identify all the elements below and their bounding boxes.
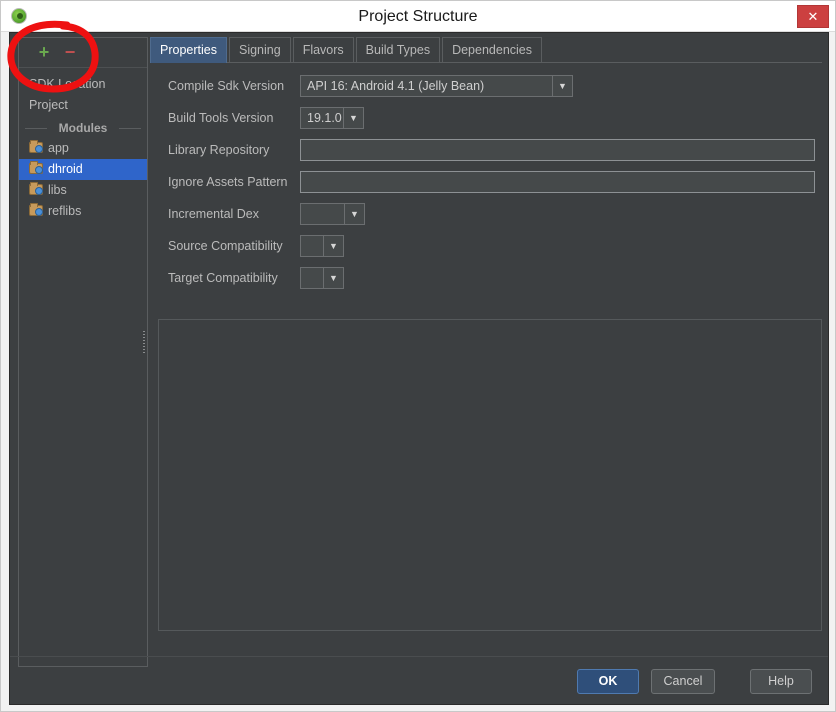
dialog-footer: OK Cancel Help	[10, 656, 828, 704]
modules-separator: Modules	[19, 118, 147, 138]
source-compatibility-label: Source Compatibility	[168, 235, 308, 257]
cancel-button[interactable]: Cancel	[651, 669, 715, 694]
form-row-build-tools-version: Build Tools Version 19.1.0 ▼	[150, 107, 822, 139]
add-module-button[interactable]: +	[35, 44, 53, 62]
form-row-incremental-dex: Incremental Dex ▼	[150, 203, 822, 235]
separator-line-right	[119, 128, 141, 129]
tab-dependencies[interactable]: Dependencies	[442, 37, 542, 63]
sidebar-item-label: Project	[29, 98, 68, 112]
chevron-down-icon: ▼	[344, 204, 364, 224]
library-repository-input[interactable]	[300, 139, 815, 161]
compile-sdk-version-label: Compile Sdk Version	[168, 75, 308, 97]
properties-detail-panel	[158, 319, 822, 631]
build-tools-version-label: Build Tools Version	[168, 107, 308, 129]
sidebar-item-label: SDK Location	[29, 77, 105, 91]
title-bar: Project Structure ✕	[1, 1, 835, 32]
form-row-library-repository: Library Repository	[150, 139, 822, 171]
tab-properties[interactable]: Properties	[150, 37, 227, 63]
library-repository-label: Library Repository	[168, 139, 308, 161]
chevron-down-icon: ▼	[323, 236, 343, 256]
splitter-grip-icon	[143, 331, 145, 355]
ignore-assets-pattern-input[interactable]	[300, 171, 815, 193]
sidebar-item-app[interactable]: app	[19, 138, 147, 159]
target-compatibility-label: Target Compatibility	[168, 267, 308, 289]
chevron-down-icon: ▼	[343, 108, 363, 128]
sidebar: + − SDK Location Project Modules app dhr…	[18, 37, 148, 667]
page-title: Project Structure	[1, 1, 835, 32]
properties-form: Compile Sdk Version API 16: Android 4.1 …	[150, 75, 822, 299]
pane-splitter[interactable]	[140, 323, 148, 363]
sidebar-item-reflibs[interactable]: reflibs	[19, 201, 147, 222]
form-row-compile-sdk-version: Compile Sdk Version API 16: Android 4.1 …	[150, 75, 822, 107]
compile-sdk-version-value: API 16: Android 4.1 (Jelly Bean)	[301, 76, 552, 96]
sidebar-item-label: dhroid	[48, 162, 83, 176]
folder-icon	[29, 163, 43, 174]
sidebar-toolbar: + −	[19, 38, 147, 68]
folder-icon	[29, 142, 43, 153]
ignore-assets-pattern-label: Ignore Assets Pattern	[168, 171, 308, 193]
project-structure-window: Project Structure ✕ + − SDK Location Pro…	[0, 0, 836, 712]
help-button[interactable]: Help	[750, 669, 812, 694]
folder-icon	[29, 205, 43, 216]
form-row-target-compatibility: Target Compatibility ▼	[150, 267, 822, 299]
tab-bar: Properties Signing Flavors Build Types D…	[150, 37, 822, 63]
incremental-dex-label: Incremental Dex	[168, 203, 308, 225]
target-compatibility-select[interactable]: ▼	[300, 267, 344, 289]
sidebar-item-dhroid[interactable]: dhroid	[19, 159, 147, 180]
build-tools-version-value: 19.1.0	[301, 108, 343, 128]
remove-module-button[interactable]: −	[61, 44, 79, 62]
right-pane: Properties Signing Flavors Build Types D…	[150, 37, 822, 667]
folder-icon	[29, 184, 43, 195]
tab-build-types[interactable]: Build Types	[356, 37, 440, 63]
dialog-body: + − SDK Location Project Modules app dhr…	[9, 32, 829, 705]
tab-signing[interactable]: Signing	[229, 37, 291, 63]
sidebar-item-label: reflibs	[48, 204, 81, 218]
chevron-down-icon: ▼	[552, 76, 572, 96]
tab-flavors[interactable]: Flavors	[293, 37, 354, 63]
sidebar-item-libs[interactable]: libs	[19, 180, 147, 201]
sidebar-item-project[interactable]: Project	[19, 95, 147, 116]
sidebar-item-label: app	[48, 141, 69, 155]
sidebar-item-label: libs	[48, 183, 67, 197]
sidebar-item-sdk-location[interactable]: SDK Location	[19, 74, 147, 95]
source-compatibility-select[interactable]: ▼	[300, 235, 344, 257]
chevron-down-icon: ▼	[323, 268, 343, 288]
compile-sdk-version-select[interactable]: API 16: Android 4.1 (Jelly Bean) ▼	[300, 75, 573, 97]
form-row-ignore-assets-pattern: Ignore Assets Pattern	[150, 171, 822, 203]
form-row-source-compatibility: Source Compatibility ▼	[150, 235, 822, 267]
build-tools-version-select[interactable]: 19.1.0 ▼	[300, 107, 364, 129]
incremental-dex-select[interactable]: ▼	[300, 203, 365, 225]
ok-button[interactable]: OK	[577, 669, 639, 694]
close-icon[interactable]: ✕	[797, 5, 829, 28]
